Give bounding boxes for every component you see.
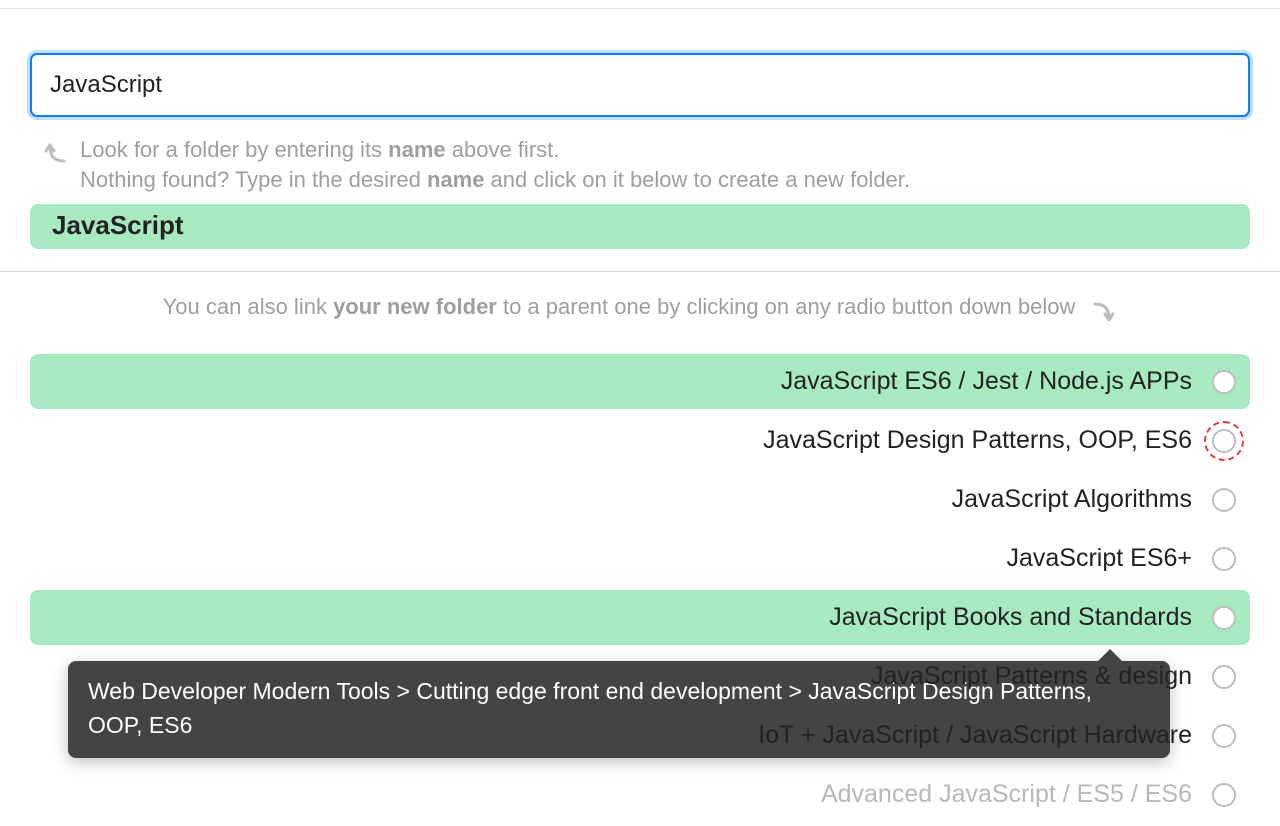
folder-label: JavaScript Patterns & design <box>871 662 1192 691</box>
hint-line1-post: above first. <box>446 137 560 162</box>
search-hint: Look for a folder by entering its name a… <box>0 135 1280 194</box>
folder-row[interactable]: JavaScript Books and Standards <box>30 590 1250 645</box>
search-section <box>0 9 1280 117</box>
parent-folder-radio[interactable] <box>1212 606 1236 630</box>
link-hint-post: to a parent one by clicking on any radio… <box>497 294 1076 319</box>
folder-label: JavaScript Design Patterns, OOP, ES6 <box>763 426 1192 455</box>
folder-search-input[interactable] <box>30 53 1250 117</box>
parent-folder-radio[interactable] <box>1212 665 1236 689</box>
link-parent-hint: You can also link your new folder to a p… <box>0 294 1280 328</box>
parent-folder-radio[interactable] <box>1212 488 1236 512</box>
folder-row[interactable]: JavaScript Design Patterns, OOP, ES6 <box>30 413 1250 468</box>
arrow-down-curve-icon <box>1089 300 1117 328</box>
link-hint-bold: your new folder <box>333 294 497 319</box>
folder-row[interactable]: Advanced JavaScript / ES5 / ES6 <box>30 767 1250 822</box>
create-new-folder-button[interactable]: JavaScript <box>30 204 1250 249</box>
search-hint-text: Look for a folder by entering its name a… <box>80 135 910 194</box>
section-divider <box>0 271 1280 272</box>
new-folder-label: JavaScript <box>52 210 184 240</box>
parent-folder-radio[interactable] <box>1212 783 1236 807</box>
hint-line2-pre: Nothing found? Type in the desired <box>80 167 427 192</box>
folder-label: JavaScript Books and Standards <box>829 603 1192 632</box>
parent-folder-list: JavaScript ES6 / Jest / Node.js APPs Java… <box>0 354 1280 826</box>
hint-line1-bold: name <box>388 137 445 162</box>
parent-folder-radio[interactable] <box>1212 547 1236 571</box>
folder-row[interactable]: JavaScript ES6+ <box>30 531 1250 586</box>
parent-folder-radio[interactable] <box>1212 724 1236 748</box>
folder-label: JavaScript Algorithms <box>952 485 1192 514</box>
folder-label: IoT + JavaScript / JavaScript Hardware <box>758 721 1192 750</box>
folder-label: JavaScript ES6 / Jest / Node.js APPs <box>781 367 1192 396</box>
parent-folder-radio[interactable] <box>1212 429 1236 453</box>
hint-line2-bold: name <box>427 167 484 192</box>
folder-row[interactable]: JavaScript Patterns & design <box>30 649 1250 704</box>
folder-row[interactable]: JavaScript ES6 / Jest / Node.js APPs <box>30 354 1250 409</box>
folder-label: Advanced JavaScript / ES5 / ES6 <box>821 780 1192 809</box>
link-parent-hint-text: You can also link your new folder to a p… <box>163 294 1076 320</box>
arrow-up-curve-icon <box>42 137 70 165</box>
folder-row[interactable]: JavaScript Algorithms <box>30 472 1250 527</box>
hint-line2-post: and click on it below to create a new fo… <box>484 167 910 192</box>
folder-row[interactable]: IoT + JavaScript / JavaScript Hardware <box>30 708 1250 763</box>
link-hint-pre: You can also link <box>163 294 333 319</box>
hint-line1-pre: Look for a folder by entering its <box>80 137 388 162</box>
folder-label: JavaScript ES6+ <box>1006 544 1192 573</box>
parent-folder-radio[interactable] <box>1212 370 1236 394</box>
